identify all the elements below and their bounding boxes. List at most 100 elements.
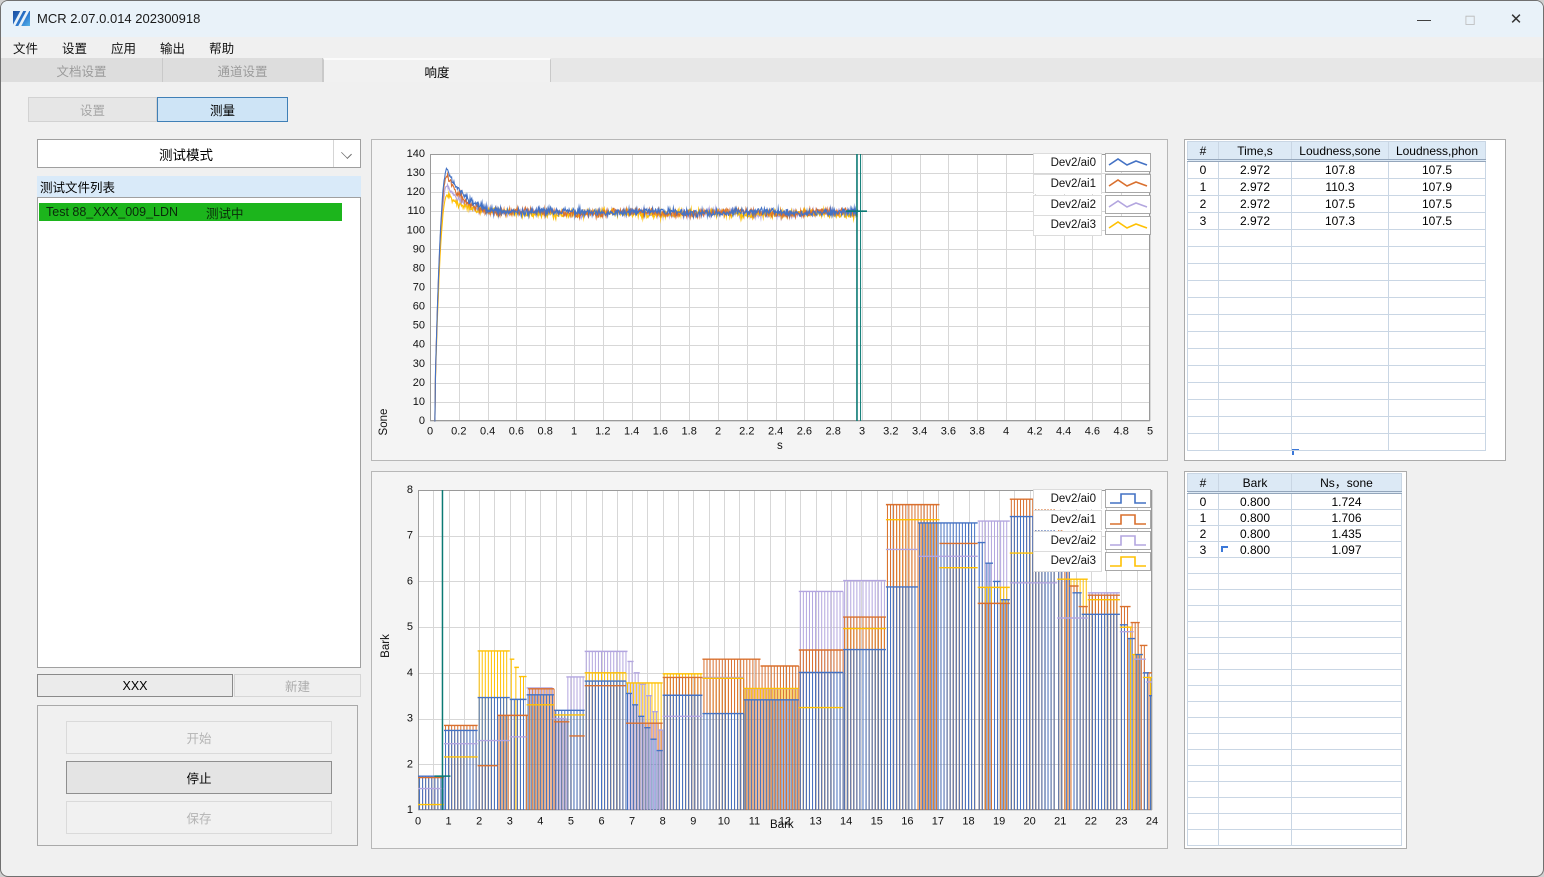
table-row-empty — [1187, 263, 1486, 281]
table-cell: 107.3 — [1291, 212, 1389, 230]
column-header: Loudness,sone — [1291, 141, 1389, 162]
stop-button[interactable]: 停止 — [66, 761, 332, 794]
app-window: MCR 2.07.0.014 202300918 — ◻ ✕ 文件 设置 应用 … — [0, 0, 1544, 877]
table-cell: 2.972 — [1218, 160, 1292, 179]
chevron-down-icon[interactable] — [333, 140, 360, 167]
table-row-empty — [1187, 653, 1402, 670]
table-row[interactable]: 3 0.800 1.097 — [1187, 541, 1402, 558]
menu-item-help[interactable]: 帮助 — [197, 38, 246, 57]
menu-item-apply[interactable]: 应用 — [99, 38, 148, 57]
column-header: # — [1187, 141, 1219, 162]
legend-item[interactable]: Dev2/ai1 — [1033, 509, 1151, 530]
save-button[interactable]: 保存 — [66, 801, 332, 834]
test-file-item[interactable]: Test 88_XXX_009_LDN 测试中 — [39, 203, 342, 221]
legend-item[interactable]: Dev2/ai1 — [1033, 173, 1151, 194]
table-row[interactable]: 2 0.800 1.435 — [1187, 525, 1402, 542]
legend-label: Dev2/ai1 — [1033, 173, 1102, 194]
line-style-icon[interactable] — [1105, 216, 1151, 235]
bar-style-icon[interactable] — [1105, 510, 1151, 529]
table-row-empty — [1187, 229, 1486, 247]
maximize-button[interactable]: ◻ — [1447, 1, 1493, 37]
table-row-empty — [1187, 621, 1402, 638]
column-header: Loudness,phon — [1388, 141, 1486, 162]
table-row[interactable]: 1 0.800 1.706 — [1187, 509, 1402, 526]
table-row-empty — [1187, 765, 1402, 782]
test-mode-value: 测试模式 — [159, 147, 213, 163]
legend-label: Dev2/ai2 — [1033, 530, 1102, 551]
table-row-empty — [1187, 573, 1402, 590]
tab-loudness[interactable]: 响度 — [323, 58, 551, 82]
bar-style-icon[interactable] — [1105, 531, 1151, 550]
table-cell: 0.800 — [1218, 492, 1292, 510]
table-row-empty — [1187, 605, 1402, 622]
line-style-icon[interactable] — [1105, 174, 1151, 193]
table-cell: 0.800 — [1218, 525, 1292, 542]
table-row[interactable]: 3 2.972 107.3 107.5 — [1187, 212, 1486, 230]
column-header: Bark — [1218, 473, 1292, 494]
menu-item-file[interactable]: 文件 — [1, 38, 50, 57]
measure-view-button[interactable]: 测量 — [157, 97, 288, 122]
table-row-empty — [1187, 813, 1402, 830]
menu-item-settings[interactable]: 设置 — [50, 38, 99, 57]
table-cell: 3 — [1187, 541, 1219, 558]
bark-axis-label-x: Bark — [770, 819, 794, 831]
legend-item[interactable]: Dev2/ai2 — [1033, 194, 1151, 215]
bark-chart-panel: Bark Bark Dev2/ai0 Dev2/ai1 Dev2/ai2 Dev2/a… — [371, 471, 1168, 849]
table-row-empty — [1187, 433, 1486, 451]
column-header: # — [1187, 473, 1219, 494]
legend-item[interactable]: Dev2/ai3 — [1033, 215, 1151, 236]
legend-item[interactable]: Dev2/ai2 — [1033, 530, 1151, 551]
table-row-empty — [1187, 297, 1486, 315]
legend-item[interactable]: Dev2/ai0 — [1033, 488, 1151, 509]
tab-channel-settings[interactable]: 通道设置 — [163, 58, 323, 82]
table-cell: 1.706 — [1291, 509, 1402, 526]
app-icon — [13, 11, 30, 26]
tab-document-settings[interactable]: 文档设置 — [1, 58, 163, 82]
close-button[interactable]: ✕ — [1493, 1, 1539, 37]
table-cell: 107.9 — [1388, 178, 1486, 196]
table-row-empty — [1187, 685, 1402, 702]
time-axis-label: s — [777, 440, 783, 452]
table-cell: 0.800 — [1218, 509, 1292, 526]
minimize-button[interactable]: — — [1401, 1, 1447, 37]
table-row[interactable]: 0 0.800 1.724 — [1187, 492, 1402, 510]
table-row-empty — [1187, 701, 1402, 718]
table-cell: 0 — [1187, 160, 1219, 179]
line-style-icon[interactable] — [1105, 195, 1151, 214]
table-cell: 2.972 — [1218, 212, 1292, 230]
table-row-empty — [1187, 797, 1402, 814]
test-mode-select[interactable]: 测试模式 — [37, 139, 361, 168]
table-cell: 107.5 — [1388, 212, 1486, 230]
new-button[interactable]: 新建 — [234, 674, 361, 697]
line-style-icon[interactable] — [1105, 153, 1151, 172]
table-row-empty — [1187, 829, 1402, 846]
bar-style-icon[interactable] — [1105, 489, 1151, 508]
table-row[interactable]: 1 2.972 110.3 107.9 — [1187, 178, 1486, 196]
start-button[interactable]: 开始 — [66, 721, 332, 754]
table-cell: 1 — [1187, 509, 1219, 526]
table-row-empty — [1187, 348, 1486, 366]
table-row-empty — [1187, 382, 1486, 400]
bar-style-icon[interactable] — [1105, 552, 1151, 571]
table-row[interactable]: 0 2.972 107.8 107.5 — [1187, 160, 1486, 179]
loudness-table-panel: # Time,s Loudness,sone Loudness,phon 0 2.972 1… — [1184, 139, 1506, 461]
legend-label: Dev2/ai0 — [1033, 152, 1102, 173]
settings-view-button[interactable]: 设置 — [28, 97, 157, 122]
test-file-list-header: 测试文件列表 — [37, 176, 361, 197]
table-row-empty — [1187, 749, 1402, 766]
legend-label: Dev2/ai3 — [1033, 551, 1102, 572]
legend-item[interactable]: Dev2/ai0 — [1033, 152, 1151, 173]
table-cell: 1 — [1187, 178, 1219, 196]
table-cell: 2.972 — [1218, 178, 1292, 196]
table-row-empty — [1187, 669, 1402, 686]
table-cell: 3 — [1187, 212, 1219, 230]
test-file-status: 测试中 — [206, 206, 244, 221]
bark-chart-legend: Dev2/ai0 Dev2/ai1 Dev2/ai2 Dev2/ai3 — [1033, 488, 1151, 572]
table-cell: 0 — [1187, 492, 1219, 510]
menu-item-output[interactable]: 输出 — [148, 38, 197, 57]
test-file-list[interactable]: Test 88_XXX_009_LDN 测试中 — [37, 197, 361, 668]
table-row[interactable]: 2 2.972 107.5 107.5 — [1187, 195, 1486, 213]
test-file-name: Test 88_XXX_009_LDN — [46, 205, 179, 219]
legend-item[interactable]: Dev2/ai3 — [1033, 551, 1151, 572]
xxx-button[interactable]: XXX — [37, 674, 233, 697]
